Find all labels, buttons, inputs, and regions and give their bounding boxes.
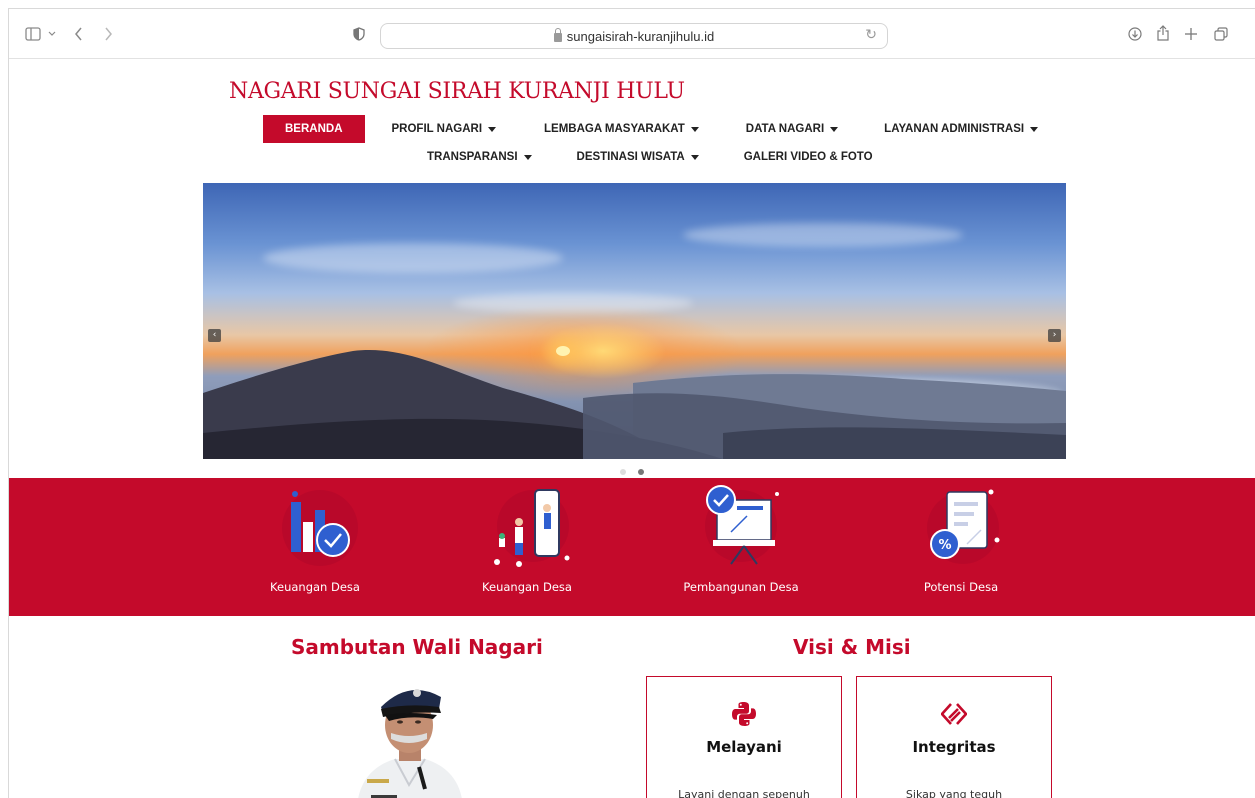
document-percent-icon: % bbox=[911, 482, 1011, 570]
presentation-check-icon bbox=[691, 482, 791, 570]
site-title[interactable]: NAGARI SUNGAI SIRAH KURANJI HULU bbox=[229, 79, 685, 104]
visi-misi-title: Visi & Misi bbox=[793, 635, 911, 659]
feature-pembangunan-desa[interactable]: Pembangunan Desa bbox=[641, 478, 841, 616]
nav-item-lembaga-masyarakat[interactable]: LEMBAGA MASYARAKAT bbox=[544, 123, 699, 135]
nav-item-beranda[interactable]: BERANDA bbox=[263, 115, 365, 143]
main-nav-row-2: TRANSPARANSI DESTINASI WISATA GALERI VID… bbox=[427, 151, 873, 163]
address-bar[interactable]: sungaisirah-kuranjihulu.id ↻ bbox=[380, 23, 888, 49]
nav-label: DATA NAGARI bbox=[745, 123, 825, 135]
nav-label: GALERI VIDEO & FOTO bbox=[743, 151, 873, 163]
shield-icon[interactable] bbox=[351, 24, 367, 44]
back-icon[interactable] bbox=[69, 24, 87, 44]
feature-label: Keuangan Desa bbox=[270, 580, 360, 594]
nav-item-transparansi[interactable]: TRANSPARANSI bbox=[427, 151, 532, 163]
feature-keuangan-desa-1[interactable]: Keuangan Desa bbox=[215, 478, 415, 616]
card-text: Sikap yang teguh bbox=[905, 788, 1003, 798]
slider-prev-icon[interactable]: ‹ bbox=[208, 329, 221, 342]
sambutan-title: Sambutan Wali Nagari bbox=[291, 635, 543, 659]
url-text: sungaisirah-kuranjihulu.id bbox=[566, 29, 715, 44]
card-title: Melayani bbox=[706, 738, 782, 756]
nav-label: LAYANAN ADMINISTRASI bbox=[884, 123, 1025, 135]
main-nav-row-1: BERANDA PROFIL NAGARI LEMBAGA MASYARAKAT… bbox=[263, 115, 1039, 143]
hero-slider[interactable]: ‹ › bbox=[203, 183, 1066, 459]
caret-down-icon bbox=[830, 126, 839, 132]
visi-card-melayani[interactable]: Melayani Layani dengan sepenuh bbox=[646, 676, 842, 798]
visi-card-integritas[interactable]: Integritas Sikap yang teguh bbox=[856, 676, 1052, 798]
card-text: Layani dengan sepenuh bbox=[678, 788, 810, 798]
chevron-down-icon[interactable] bbox=[45, 24, 59, 44]
download-icon[interactable] bbox=[1126, 24, 1144, 44]
caret-down-icon bbox=[690, 154, 699, 160]
phone-person-icon bbox=[477, 482, 577, 570]
nav-item-data-nagari[interactable]: DATA NAGARI bbox=[745, 123, 839, 135]
nav-item-galeri[interactable]: GALERI VIDEO & FOTO bbox=[744, 151, 873, 163]
svg-text:%: % bbox=[938, 538, 951, 553]
slider-dots bbox=[620, 469, 644, 475]
share-icon[interactable] bbox=[1154, 22, 1172, 44]
slider-dot-1[interactable] bbox=[620, 469, 626, 475]
feature-keuangan-desa-2[interactable]: Keuangan Desa bbox=[427, 478, 627, 616]
feature-potensi-desa[interactable]: % Potensi Desa bbox=[861, 478, 1061, 616]
browser-window: sungaisirah-kuranjihulu.id ↻ NAGARI SUNG… bbox=[8, 8, 1255, 798]
nav-label: DESTINASI WISATA bbox=[576, 151, 685, 163]
lock-icon bbox=[553, 28, 562, 42]
reload-icon[interactable]: ↻ bbox=[865, 27, 877, 43]
nav-label: BERANDA bbox=[285, 123, 343, 135]
feature-label: Potensi Desa bbox=[923, 580, 999, 594]
caret-down-icon bbox=[690, 126, 699, 132]
caret-down-icon bbox=[523, 154, 532, 160]
mountains-image bbox=[203, 350, 1066, 459]
web-page: NAGARI SUNGAI SIRAH KURANJI HULU BERANDA… bbox=[9, 59, 1255, 798]
nav-item-layanan-administrasi[interactable]: LAYANAN ADMINISTRASI bbox=[884, 123, 1039, 135]
wali-nagari-portrait bbox=[345, 667, 475, 798]
forward-icon[interactable] bbox=[99, 24, 117, 44]
diamond-arrows-icon bbox=[940, 701, 968, 727]
nav-label: PROFIL NAGARI bbox=[391, 123, 483, 135]
slider-dot-2[interactable] bbox=[638, 469, 644, 475]
nav-label: LEMBAGA MASYARAKAT bbox=[544, 123, 685, 135]
python-logo-icon bbox=[731, 701, 757, 727]
nav-label: TRANSPARANSI bbox=[427, 151, 518, 163]
feature-label: Keuangan Desa bbox=[482, 580, 572, 594]
sidebar-icon[interactable] bbox=[23, 24, 43, 44]
slider-next-icon[interactable]: › bbox=[1048, 329, 1061, 342]
address-url[interactable]: sungaisirah-kuranjihulu.id bbox=[381, 28, 887, 44]
caret-down-icon bbox=[1030, 126, 1039, 132]
nav-item-destinasi-wisata[interactable]: DESTINASI WISATA bbox=[577, 151, 699, 163]
browser-toolbar: sungaisirah-kuranjihulu.id ↻ bbox=[9, 9, 1255, 59]
feature-label: Pembangunan Desa bbox=[683, 580, 799, 594]
card-title: Integritas bbox=[912, 738, 996, 756]
nav-item-profil-nagari[interactable]: PROFIL NAGARI bbox=[392, 123, 497, 135]
new-tab-icon[interactable] bbox=[1182, 24, 1200, 44]
tabs-overview-icon[interactable] bbox=[1212, 24, 1230, 44]
bar-chart-check-icon bbox=[265, 482, 365, 570]
feature-band: Keuangan Desa Keuangan Desa Pembangunan … bbox=[9, 478, 1255, 616]
caret-down-icon bbox=[488, 126, 497, 132]
